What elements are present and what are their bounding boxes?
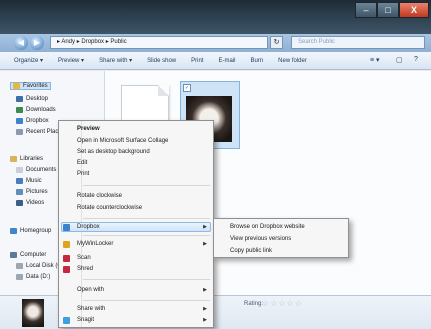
email-button[interactable]: E-mail — [218, 58, 235, 64]
dropbox-icon — [63, 224, 70, 231]
nav-label: Documents — [26, 167, 57, 173]
menu-item-set-desktop-background[interactable]: Set as desktop background — [77, 149, 150, 155]
menu-item-rotate-counterclockwise[interactable]: Rotate counterclockwise — [77, 205, 142, 211]
drive-icon — [16, 274, 23, 280]
preview-pane-icon[interactable]: ▢ — [396, 56, 403, 64]
documents-icon — [16, 167, 23, 173]
window-controls: – □ X — [355, 2, 429, 18]
libraries-icon — [10, 156, 17, 162]
menu-item-open-surface-collage[interactable]: Open in Microsoft Surface Collage — [77, 138, 168, 144]
recent-places-icon — [16, 129, 23, 135]
desktop-icon — [16, 96, 23, 102]
minimize-button[interactable]: – — [355, 2, 377, 18]
preview-menu[interactable]: Preview ▾ — [58, 57, 84, 64]
submenu-arrow-icon: ▶ — [203, 287, 207, 293]
menu-item-share-with[interactable]: Share with — [77, 306, 105, 312]
nav-label: Homegroup — [20, 228, 52, 234]
submenu-arrow-icon: ▶ — [203, 306, 207, 312]
nav-dropbox[interactable]: Dropbox — [16, 118, 49, 124]
star-icon — [13, 83, 20, 89]
command-bar: Organize ▾ Preview ▾ Share with ▾ Slide … — [0, 52, 431, 70]
menu-item-dropbox[interactable]: Dropbox — [77, 224, 100, 230]
details-thumbnail — [22, 299, 44, 327]
organize-menu[interactable]: Organize ▾ — [14, 57, 43, 64]
nav-label: Desktop — [26, 96, 49, 102]
menu-item-snagit[interactable]: Snagit — [77, 317, 94, 323]
computer-icon — [10, 252, 17, 258]
music-icon — [16, 178, 23, 184]
share-with-menu[interactable]: Share with ▾ — [99, 57, 132, 64]
window-title-bar: – □ X — [0, 0, 431, 34]
nav-favorites[interactable]: Favorites — [10, 82, 51, 90]
menu-item-print[interactable]: Print — [77, 171, 89, 177]
nav-documents[interactable]: Documents — [16, 167, 56, 173]
nav-label: Dropbox — [26, 118, 49, 124]
homegroup-icon — [10, 228, 17, 234]
view-options-icon[interactable]: ≡ ▾ — [370, 56, 380, 64]
new-folder-button[interactable]: New folder — [278, 58, 307, 64]
nav-label: Downloads — [26, 107, 56, 113]
drive-icon — [16, 263, 23, 269]
burn-button[interactable]: Burn — [250, 58, 263, 64]
submenu-item-browse-website[interactable]: Browse on Dropbox website — [230, 224, 305, 230]
nav-label: Computer — [20, 252, 47, 258]
refresh-button[interactable]: ↻ — [270, 36, 283, 49]
search-input[interactable]: Search Public — [291, 36, 425, 49]
menu-item-shred[interactable]: Shred — [77, 266, 93, 272]
slide-show-button[interactable]: Slide show — [147, 58, 176, 64]
nav-homegroup[interactable]: Homegroup — [10, 228, 51, 234]
nav-downloads[interactable]: Downloads — [16, 107, 56, 113]
checkbox-icon[interactable]: ✓ — [183, 84, 191, 92]
nav-computer[interactable]: Computer — [10, 252, 46, 258]
rating-label: Rating: — [244, 301, 264, 307]
menu-separator — [83, 218, 210, 219]
nav-label: Libraries — [20, 156, 44, 162]
pictures-icon — [16, 189, 23, 195]
nav-music[interactable]: Music — [16, 178, 42, 184]
shred-icon — [63, 266, 70, 273]
menu-item-rotate-clockwise[interactable]: Rotate clockwise — [77, 193, 122, 199]
menu-item-preview[interactable]: Preview — [77, 126, 100, 132]
nav-label: Music — [26, 178, 42, 184]
address-bar[interactable]: ▸ Andy ▸ Dropbox ▸ Public — [50, 36, 268, 49]
menu-separator — [83, 185, 210, 186]
maximize-button[interactable]: □ — [377, 2, 399, 18]
nav-label: Pictures — [26, 189, 48, 195]
rating-stars[interactable]: ☆☆☆☆☆ — [262, 299, 303, 308]
menu-separator — [83, 279, 210, 280]
print-button[interactable]: Print — [191, 58, 203, 64]
submenu-arrow-icon: ▶ — [203, 317, 207, 323]
submenu-item-copy-public-link[interactable]: Copy public link — [230, 248, 272, 254]
nav-label: Videos — [26, 200, 45, 206]
close-button[interactable]: X — [399, 2, 429, 18]
nav-videos[interactable]: Videos — [16, 200, 44, 206]
nav-libraries[interactable]: Libraries — [10, 156, 43, 162]
submenu-arrow-icon: ▶ — [203, 241, 207, 247]
forward-arrow-icon[interactable]: ▶ — [30, 36, 44, 50]
menu-separator — [83, 300, 210, 301]
help-icon[interactable]: ? — [414, 56, 418, 63]
back-arrow-icon[interactable]: ◀ — [14, 36, 28, 50]
snagit-icon — [63, 317, 70, 324]
menu-separator — [83, 235, 210, 236]
submenu-item-view-previous-versions[interactable]: View previous versions — [230, 236, 291, 242]
nav-pictures[interactable]: Pictures — [16, 189, 48, 195]
menu-item-mywinlocker[interactable]: MyWinLocker — [77, 241, 113, 247]
downloads-icon — [16, 107, 23, 113]
address-row: ◀ ▶ ▸ Andy ▸ Dropbox ▸ Public ↻ Search P… — [0, 34, 431, 52]
context-menu: Preview Open in Microsoft Surface Collag… — [58, 120, 214, 328]
nav-label: Favorites — [23, 83, 48, 89]
lock-icon — [63, 241, 70, 248]
dropbox-submenu: Browse on Dropbox website View previous … — [213, 218, 349, 258]
menu-item-scan[interactable]: Scan — [77, 255, 91, 261]
nav-data-drive[interactable]: Data (D:) — [16, 274, 50, 280]
menu-item-edit[interactable]: Edit — [77, 160, 87, 166]
scan-icon — [63, 255, 70, 262]
dropbox-icon — [16, 118, 23, 124]
nav-label: Data (D:) — [26, 274, 51, 280]
nav-desktop[interactable]: Desktop — [16, 96, 48, 102]
videos-icon — [16, 200, 23, 206]
submenu-arrow-icon: ▶ — [203, 224, 207, 230]
menu-item-open-with[interactable]: Open with — [77, 287, 104, 293]
